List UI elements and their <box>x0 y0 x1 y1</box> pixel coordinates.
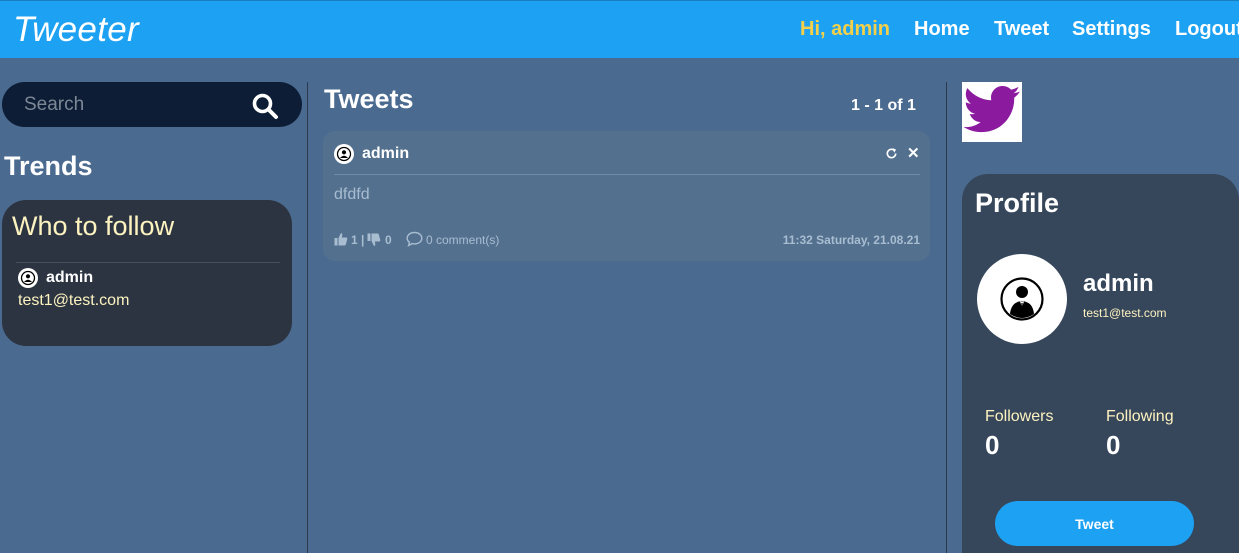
profile-card: Profile admin test1@test.com Followers 0… <box>962 174 1239 553</box>
search-icon[interactable] <box>251 92 279 120</box>
brand-logo[interactable]: Tweeter <box>13 10 139 50</box>
who-to-follow-heading: Who to follow <box>12 211 175 241</box>
like-count: 1 <box>351 233 358 247</box>
divider <box>16 262 280 263</box>
user-avatar-icon <box>334 144 354 164</box>
comment-count[interactable]: 0 comment(s) <box>426 233 499 247</box>
nav-greeting[interactable]: Hi, admin <box>800 18 890 41</box>
profile-email: test1@test.com <box>1083 306 1167 320</box>
who-to-follow-card: Who to follow admin test1@test.com <box>2 200 292 346</box>
dislike-count: 0 <box>385 233 392 247</box>
delete-tweet-icon[interactable]: ✕ <box>907 144 920 162</box>
profile-avatar[interactable] <box>977 254 1067 344</box>
tweet-card: admin ✕ dfdfd 1 | 0 0 comment(s) 11:32 S… <box>323 131 930 261</box>
column-divider-left <box>307 82 308 553</box>
follow-suggestion-name[interactable]: admin <box>46 269 93 287</box>
search-input[interactable]: Search <box>2 82 302 127</box>
trends-heading: Trends <box>4 151 93 181</box>
top-navigation-bar: Tweeter Hi, admin Home Tweet Settings Lo… <box>0 0 1239 58</box>
pagination-count: 1 - 1 of 1 <box>851 97 916 114</box>
profile-name: admin <box>1083 270 1154 297</box>
bird-logo <box>962 82 1022 142</box>
tweets-heading: Tweets <box>324 84 414 114</box>
reaction-separator: | <box>361 233 365 247</box>
followers-label[interactable]: Followers <box>985 408 1053 426</box>
thumbs-up-icon[interactable] <box>334 232 348 246</box>
comment-icon[interactable] <box>406 231 423 247</box>
nav-home-link[interactable]: Home <box>914 18 970 41</box>
tweet-button[interactable]: Tweet <box>995 501 1194 546</box>
tweet-author[interactable]: admin <box>362 145 409 163</box>
tweet-footer: 1 | 0 0 comment(s) 11:32 Saturday, 21.08… <box>334 231 920 249</box>
nav-settings-link[interactable]: Settings <box>1072 18 1151 41</box>
twitter-bird-icon <box>963 86 1020 133</box>
following-count[interactable]: 0 <box>1106 430 1120 461</box>
tweet-timestamp: 11:32 Saturday, 21.08.21 <box>782 233 920 247</box>
thumbs-down-icon[interactable] <box>367 233 381 247</box>
divider <box>334 174 920 175</box>
user-avatar-icon <box>1000 277 1044 321</box>
nav-logout-link[interactable]: Logout <box>1175 18 1239 41</box>
profile-heading: Profile <box>975 188 1060 218</box>
tweet-text: dfdfd <box>334 186 370 203</box>
followers-count[interactable]: 0 <box>985 430 999 461</box>
nav-tweet-link[interactable]: Tweet <box>994 18 1049 41</box>
following-label[interactable]: Following <box>1106 408 1174 426</box>
refresh-icon[interactable] <box>885 147 898 160</box>
user-avatar-icon <box>18 268 38 288</box>
search-placeholder: Search <box>24 94 85 115</box>
column-divider-right <box>946 82 947 553</box>
nav-links: Hi, admin Home Tweet Settings Logout <box>800 18 1239 44</box>
follow-suggestion-email: test1@test.com <box>18 292 130 309</box>
